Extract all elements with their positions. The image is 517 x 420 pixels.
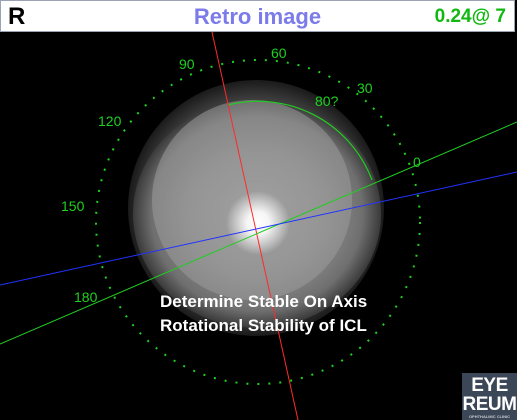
caption: Determine Stable On Axis Rotational Stab…	[160, 290, 367, 338]
degree-label: 60	[271, 45, 287, 61]
logo-line-1: EYE	[471, 375, 508, 396]
degree-label: 30	[357, 80, 373, 96]
retro-image-viewer: R Retro image 0.24@ 7 60 90 30 80? 120 0…	[0, 0, 517, 420]
header-bar: R Retro image 0.24@ 7	[0, 0, 515, 32]
degree-label: 150	[61, 198, 85, 214]
retro-illumination-image: 60 90 30 80? 120 0 150 180	[0, 32, 517, 420]
measurement-readout: 0.24@ 7	[434, 6, 506, 27]
logo-line-2: REUM	[462, 394, 517, 415]
caption-line-2: Rotational Stability of ICL	[160, 316, 367, 335]
central-reflex	[226, 191, 290, 255]
degree-label: 120	[98, 113, 122, 129]
caption-line-1: Determine Stable On Axis	[160, 292, 368, 311]
logo-line-3: OPHTHALMIC CLINIC	[468, 414, 511, 419]
degree-label: 0	[413, 154, 421, 170]
degree-label: 180	[74, 289, 98, 305]
clinic-logo: EYE REUM OPHTHALMIC CLINIC	[462, 373, 517, 420]
degree-label: 90	[179, 56, 195, 72]
degree-label: 80?	[315, 93, 339, 109]
